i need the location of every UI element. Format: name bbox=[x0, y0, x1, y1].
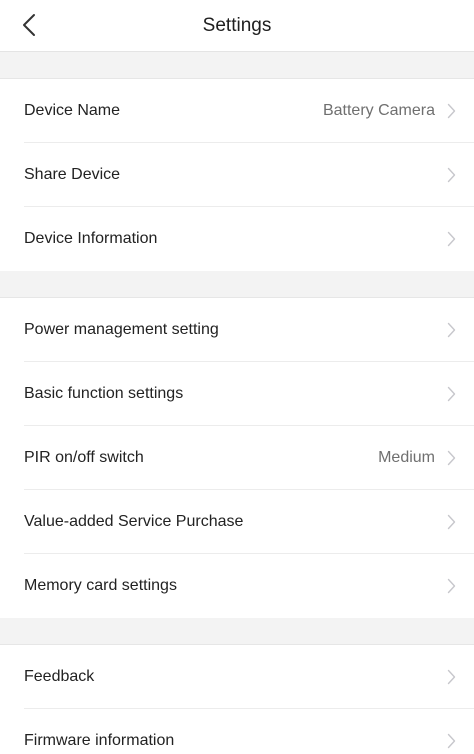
chevron-right-icon bbox=[447, 733, 456, 749]
row-label: Value-added Service Purchase bbox=[24, 513, 244, 530]
group-separator bbox=[0, 52, 474, 79]
settings-row-feedback[interactable]: Feedback bbox=[0, 645, 474, 709]
settings-row-pir-switch[interactable]: PIR on/off switch Medium bbox=[0, 426, 474, 490]
row-label: PIR on/off switch bbox=[24, 449, 144, 466]
row-label: Share Device bbox=[24, 166, 121, 183]
settings-row-basic-function[interactable]: Basic function settings bbox=[0, 362, 474, 426]
settings-row-share-device[interactable]: Share Device bbox=[0, 143, 474, 207]
chevron-right-icon bbox=[447, 514, 456, 530]
row-label: Memory card settings bbox=[24, 577, 177, 594]
row-label: Basic function settings bbox=[24, 385, 184, 402]
settings-row-value-added-service[interactable]: Value-added Service Purchase bbox=[0, 490, 474, 554]
chevron-right-icon bbox=[447, 386, 456, 402]
back-button[interactable] bbox=[14, 8, 44, 42]
settings-row-device-name[interactable]: Device Name Battery Camera bbox=[0, 79, 474, 143]
settings-row-firmware-information[interactable]: Firmware information bbox=[0, 709, 474, 754]
row-label: Power management setting bbox=[24, 321, 219, 338]
group-separator bbox=[0, 271, 474, 298]
settings-row-memory-card[interactable]: Memory card settings bbox=[0, 554, 474, 618]
chevron-right-icon bbox=[447, 578, 456, 594]
navigation-bar: Settings bbox=[0, 0, 474, 52]
row-label: Firmware information bbox=[24, 732, 175, 749]
chevron-right-icon bbox=[447, 103, 456, 119]
chevron-left-icon bbox=[23, 14, 35, 36]
row-value: Battery Camera bbox=[322, 102, 435, 119]
row-label: Feedback bbox=[24, 668, 95, 685]
row-value: Medium bbox=[378, 449, 435, 466]
page-title: Settings bbox=[202, 15, 272, 36]
group-separator bbox=[0, 618, 474, 645]
chevron-right-icon bbox=[447, 231, 456, 247]
settings-screen: Settings Device Name Battery Camera Shar… bbox=[0, 0, 474, 754]
settings-row-device-information[interactable]: Device Information bbox=[0, 207, 474, 271]
chevron-right-icon bbox=[447, 669, 456, 685]
chevron-right-icon bbox=[447, 322, 456, 338]
row-label: Device Information bbox=[24, 230, 158, 247]
chevron-right-icon bbox=[447, 167, 456, 183]
chevron-right-icon bbox=[447, 450, 456, 466]
row-label: Device Name bbox=[24, 102, 121, 119]
settings-row-power-management[interactable]: Power management setting bbox=[0, 298, 474, 362]
